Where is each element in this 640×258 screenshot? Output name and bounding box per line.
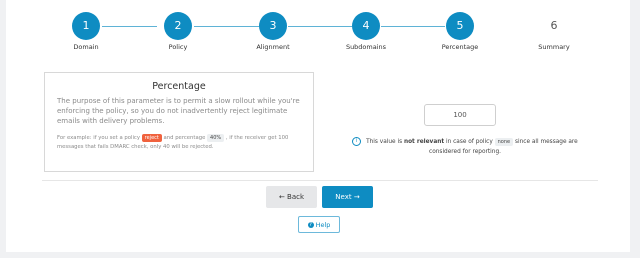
divider <box>42 180 598 181</box>
panel-example: For example: if you set a policy reject … <box>57 134 301 152</box>
info-icon: i <box>352 137 362 146</box>
policy-reject-tag: reject <box>141 134 162 142</box>
example-prefix: For example: if you set a policy <box>57 135 140 141</box>
step-percentage[interactable]: 5 Percentage <box>415 12 505 51</box>
note-middle: in case of policy <box>445 139 493 145</box>
step-number: 6 <box>550 19 558 32</box>
step-label: Domain <box>73 43 99 51</box>
help-button[interactable]: ? Help <box>298 216 340 233</box>
step-domain[interactable]: 1 Domain <box>41 12 131 51</box>
policy-none-tag: none <box>494 138 514 146</box>
step-number: 2 <box>164 12 192 40</box>
step-number: 5 <box>446 12 474 40</box>
back-button[interactable]: ← Back <box>266 186 317 208</box>
note-emphasis: not relevant <box>403 139 445 145</box>
step-subdomains[interactable]: 4 Subdomains <box>321 12 411 51</box>
example-middle: and percentage <box>163 135 206 141</box>
percentage-info-panel: Percentage The purpose of this parameter… <box>44 72 314 172</box>
step-policy[interactable]: 2 Policy <box>133 12 223 51</box>
note-prefix: This value is <box>366 139 403 145</box>
step-label: Alignment <box>256 43 290 51</box>
next-button[interactable]: Next → <box>322 186 373 208</box>
percentage-tag: 40% <box>207 134 225 142</box>
relevance-note: i This value is not relevant in case of … <box>340 137 590 157</box>
step-number: 4 <box>352 12 380 40</box>
step-summary[interactable]: 6 Summary <box>509 12 599 51</box>
panel-title: Percentage <box>152 81 206 92</box>
panel-description: The purpose of this parameter is to perm… <box>57 97 300 125</box>
help-label: Help <box>315 220 331 229</box>
step-label: Policy <box>168 43 188 51</box>
step-label: Subdomains <box>345 43 387 51</box>
wizard-stepper: 1 Domain 2 Policy 3 Alignment 4 Subdomai… <box>0 0 640 60</box>
step-number: 3 <box>259 12 287 40</box>
step-alignment[interactable]: 3 Alignment <box>228 12 318 51</box>
step-label: Percentage <box>441 43 479 51</box>
step-label: Summary <box>538 43 570 51</box>
step-number: 1 <box>72 12 100 40</box>
question-icon: ? <box>307 221 314 228</box>
percentage-input[interactable] <box>424 104 496 126</box>
